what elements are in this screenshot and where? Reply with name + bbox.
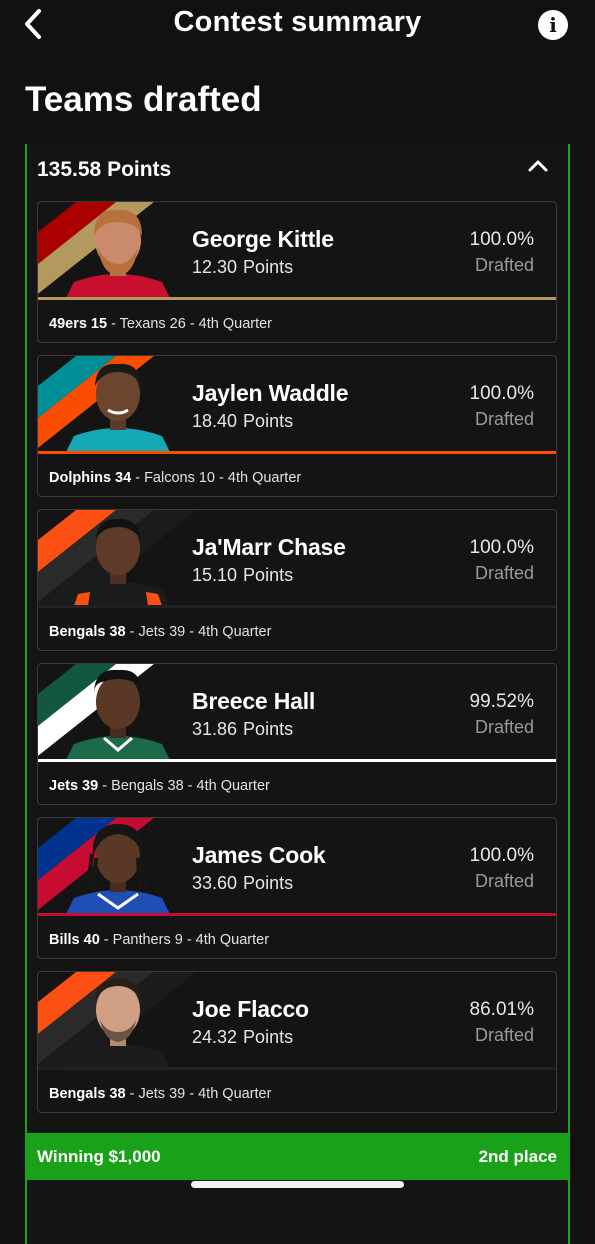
drafted-percent: 100.0% [469,383,534,404]
page-title: Contest summary [173,6,422,38]
card-header: Breece Hall 31.86 Points 99.52% Drafted [38,664,556,760]
game-details: - Jets 39 - 4th Quarter [125,624,272,640]
player-name: Ja'Marr Chase [192,534,346,560]
game-status: Bengals 38 - Jets 39 - 4th Quarter [49,624,271,640]
info-button[interactable]: i [538,10,568,40]
player-card[interactable]: James Cook 33.60 Points 100.0% Drafted Bi… [37,817,557,959]
drafted-percent: 100.0% [469,537,534,558]
player-headshot [38,202,196,298]
drafted-label: Drafted [474,255,534,275]
top-bar: Contest summary i [0,0,595,50]
player-card[interactable]: Joe Flacco 24.32 Points 86.01% Drafted Be… [37,971,557,1113]
points-unit: Points [243,1027,294,1047]
team-divider [38,297,556,300]
points-value: 12.30 [192,257,238,277]
player-card[interactable]: George Kittle 12.30 Points 100.0% Drafted… [37,201,557,343]
game-details: - Texans 26 - 4th Quarter [107,316,273,332]
points-value: 24.32 [192,1027,238,1047]
game-details: - Panthers 9 - 4th Quarter [99,932,270,948]
points-unit: Points [243,411,294,431]
game-status: Bills 40 - Panthers 9 - 4th Quarter [49,932,269,948]
points-value: 33.60 [192,873,238,893]
card-header: Joe Flacco 24.32 Points 86.01% Drafted [38,972,556,1068]
drafted-label: Drafted [474,563,534,583]
game-status: Dolphins 34 - Falcons 10 - 4th Quarter [49,470,301,486]
winning-summary-bar: Winning $1,000 2nd place [25,1133,570,1180]
chevron-up-icon [528,160,548,172]
player-card[interactable]: Breece Hall 31.86 Points 99.52% Drafted J… [37,663,557,805]
player-team-score: Bills 40 [49,932,100,948]
points-unit: Points [243,565,294,585]
collapse-button[interactable] [524,152,552,180]
points-value: 15.10 [192,565,238,585]
drafted-percent: 100.0% [469,229,534,250]
player-team-score: 49ers 15 [49,316,108,332]
player-points: 18.40 Points [192,411,293,432]
player-team-score: Bengals 38 [49,1086,126,1102]
player-name: James Cook [192,842,326,868]
winning-amount: Winning $1,000 [37,1146,161,1166]
player-team-score: Bengals 38 [49,624,126,640]
game-status: Bengals 38 - Jets 39 - 4th Quarter [49,1086,271,1102]
total-points: 135.58 Points [37,158,172,181]
player-card[interactable]: Jaylen Waddle 18.40 Points 100.0% Drafted… [37,355,557,497]
drafted-label: Drafted [474,871,534,891]
player-points: 24.32 Points [192,1027,293,1048]
team-divider [38,1067,556,1070]
player-headshot [38,972,196,1068]
player-card[interactable]: Ja'Marr Chase 15.10 Points 100.0% Drafted… [37,509,557,651]
player-points: 31.86 Points [192,719,293,740]
drafted-percent: 99.52% [469,691,534,712]
drafted-label: Drafted [474,409,534,429]
card-header: Jaylen Waddle 18.40 Points 100.0% Drafted [38,356,556,452]
points-value: 18.40 [192,411,238,431]
player-team-score: Jets 39 [49,778,99,794]
player-name: George Kittle [192,226,334,252]
finish-place: 2nd place [478,1146,557,1166]
card-header: James Cook 33.60 Points 100.0% Drafted [38,818,556,914]
home-indicator[interactable] [191,1181,404,1188]
drafted-percent: 100.0% [469,845,534,866]
points-unit: Points [243,873,294,893]
player-headshot [38,356,196,452]
game-status: Jets 39 - Bengals 38 - 4th Quarter [49,778,270,794]
game-details: - Bengals 38 - 4th Quarter [98,778,270,794]
section-title: Teams drafted [25,80,262,119]
player-name: Jaylen Waddle [192,380,349,406]
player-headshot [38,510,196,606]
drafted-percent: 86.01% [469,999,534,1020]
player-headshot [38,818,196,914]
game-details: - Falcons 10 - 4th Quarter [131,470,302,486]
game-status: 49ers 15 - Texans 26 - 4th Quarter [49,316,272,332]
team-divider [38,913,556,916]
team-divider [38,451,556,454]
player-team-score: Dolphins 34 [49,470,132,486]
player-points: 12.30 Points [192,257,293,278]
drafted-label: Drafted [474,717,534,737]
player-headshot [38,664,196,760]
team-divider [38,605,556,608]
drafted-label: Drafted [474,1025,534,1045]
player-points: 15.10 Points [192,565,293,586]
points-unit: Points [243,257,294,277]
points-unit: Points [243,719,294,739]
card-header: George Kittle 12.30 Points 100.0% Drafted [38,202,556,298]
game-details: - Jets 39 - 4th Quarter [125,1086,272,1102]
points-value: 31.86 [192,719,238,739]
player-name: Breece Hall [192,688,316,714]
player-name: Joe Flacco [192,996,309,1022]
team-divider [38,759,556,762]
player-points: 33.60 Points [192,873,293,894]
card-header: Ja'Marr Chase 15.10 Points 100.0% Drafted [38,510,556,606]
info-icon: i [549,13,557,37]
